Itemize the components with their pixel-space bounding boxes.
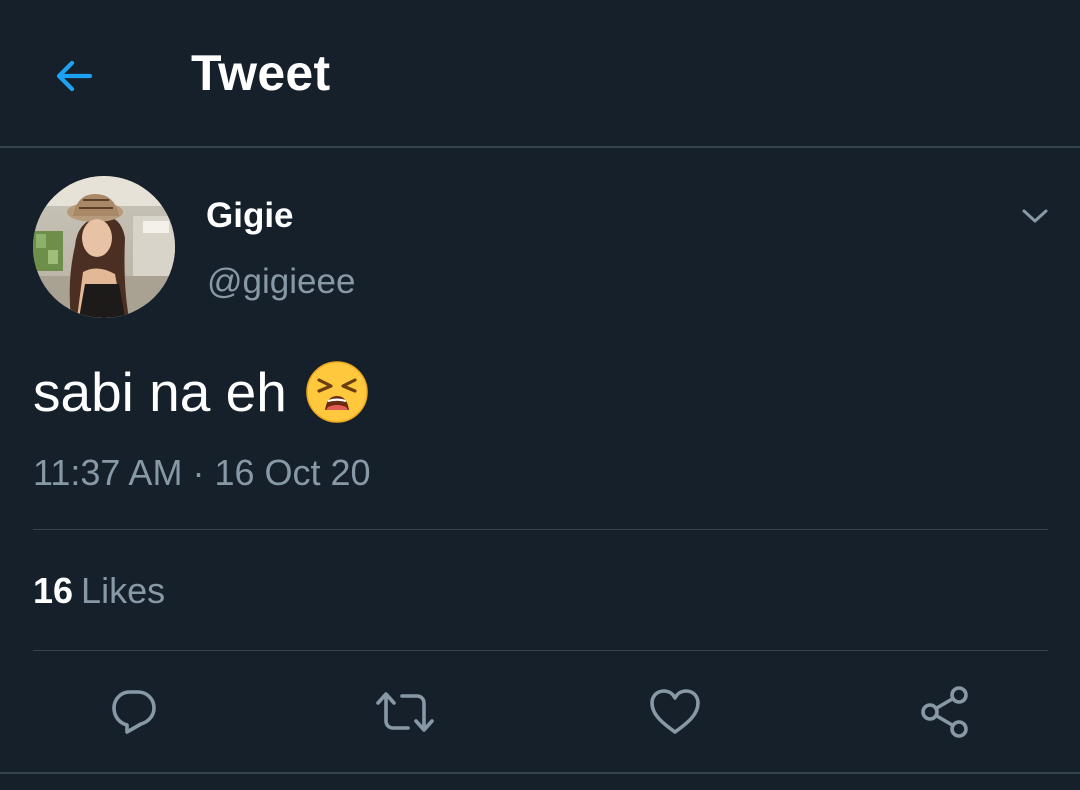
share-icon (921, 686, 968, 738)
reply-button[interactable] (104, 682, 164, 742)
back-button[interactable] (44, 46, 104, 106)
timestamp-separator: · (192, 452, 205, 493)
divider (33, 529, 1048, 530)
chevron-down-icon (1022, 209, 1048, 223)
likes-count: 16 (33, 570, 74, 611)
likes-stat[interactable]: 16 Likes (33, 570, 165, 612)
tweet-timestamp[interactable]: 11:37 AM · 16 Oct 20 (33, 452, 371, 494)
top-app-bar: Tweet (0, 0, 1080, 148)
author-display-name[interactable]: Gigie (206, 196, 294, 236)
arrow-left-icon (56, 60, 93, 92)
tweet-date: 16 Oct 20 (214, 452, 371, 493)
profile-photo (33, 176, 175, 318)
page-title: Tweet (191, 45, 331, 101)
retweet-icon (376, 692, 434, 732)
tweet-text: sabi na eh (33, 361, 287, 423)
divider (33, 650, 1048, 651)
tweet-detail-screen: Tweet Gigie @gigieee sabi na eh 11:37 AM… (0, 0, 1080, 790)
tired-face-emoji (305, 360, 369, 424)
author-handle[interactable]: @gigieee (207, 262, 355, 302)
heart-icon (650, 689, 700, 734)
avatar[interactable] (33, 176, 175, 318)
share-button[interactable] (915, 682, 975, 742)
tweet-body: sabi na eh (33, 360, 369, 424)
tweet-options-button[interactable] (1012, 196, 1058, 236)
divider (0, 772, 1080, 774)
reply-icon (112, 690, 156, 734)
tweet-time: 11:37 AM (33, 452, 183, 493)
retweet-button[interactable] (375, 682, 435, 742)
likes-label: Likes (81, 570, 166, 611)
like-button[interactable] (645, 682, 705, 742)
